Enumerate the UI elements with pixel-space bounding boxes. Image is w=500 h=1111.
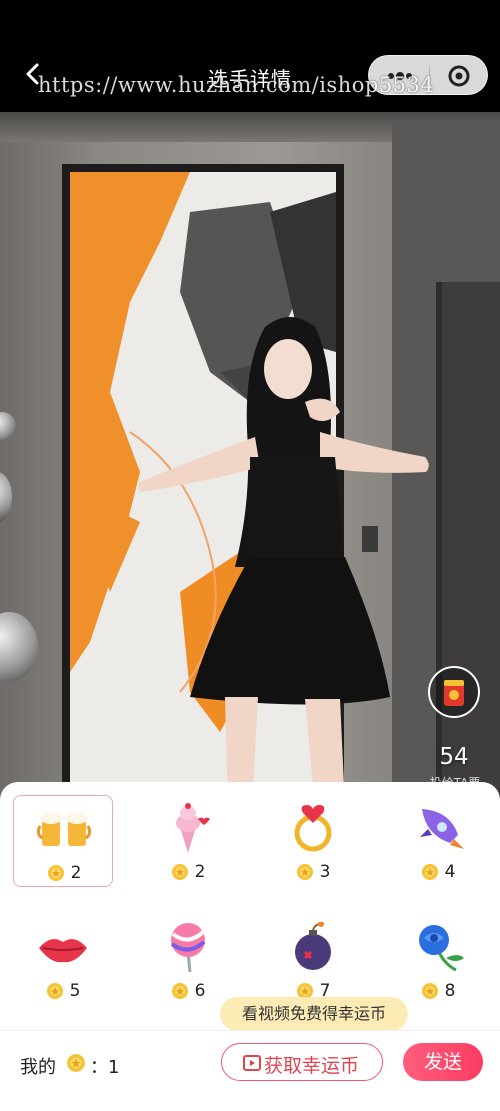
balance-value: ：1 bbox=[90, 1057, 120, 1078]
gift-item-bomb[interactable]: 7 bbox=[263, 914, 363, 1006]
decor-sphere bbox=[0, 472, 12, 522]
price-row: 6 bbox=[138, 980, 238, 1001]
price-row: 4 bbox=[388, 861, 488, 882]
price-row: 2 bbox=[14, 862, 114, 883]
price-row: 2 bbox=[138, 861, 238, 882]
balance-label: 我的 bbox=[20, 1057, 56, 1078]
ice-cream-cone-icon bbox=[176, 803, 210, 853]
price-row: 3 bbox=[263, 861, 363, 882]
coin-icon bbox=[47, 864, 64, 881]
beer-mugs-icon bbox=[36, 812, 92, 846]
coin-icon bbox=[171, 982, 188, 999]
blue-rose-icon bbox=[419, 925, 464, 972]
coin-icon bbox=[421, 863, 438, 880]
vote-count: 54 bbox=[439, 744, 469, 770]
gift-price: 2 bbox=[70, 862, 82, 883]
watch-video-tooltip[interactable]: 看视频免费得幸运币 bbox=[220, 997, 408, 1031]
decor-sphere bbox=[0, 612, 38, 682]
gift-item-ring[interactable]: 3 bbox=[263, 795, 363, 887]
gift-footer: 我的 ：1 获取幸运币 发送 bbox=[0, 1031, 500, 1111]
coin-icon bbox=[171, 863, 188, 880]
lips-icon bbox=[39, 939, 87, 963]
red-envelope-icon bbox=[444, 680, 464, 706]
heart-ring-icon bbox=[294, 805, 332, 852]
coin-icon bbox=[296, 863, 313, 880]
dancer bbox=[137, 317, 429, 802]
gift-price: 2 bbox=[194, 861, 206, 882]
decor-sphere bbox=[0, 412, 16, 440]
capsule-divider bbox=[429, 66, 430, 86]
gift-item-ice-cream[interactable]: 2 bbox=[138, 795, 238, 887]
gift-item-lollipop[interactable]: 6 bbox=[138, 914, 238, 1006]
gift-item-rocket[interactable]: 4 bbox=[388, 795, 488, 887]
gift-price: 5 bbox=[69, 980, 81, 1001]
gift-price: 4 bbox=[444, 861, 456, 882]
get-lucky-coins-button[interactable]: 获取幸运币 bbox=[221, 1043, 383, 1081]
close-target-icon[interactable] bbox=[447, 64, 471, 88]
price-row: 5 bbox=[13, 980, 113, 1001]
coin-icon bbox=[67, 1054, 85, 1072]
gift-price: 6 bbox=[194, 980, 206, 1001]
nav-bar: 选手详情 https://www.huzhan.com/ishop5534 bbox=[0, 0, 500, 112]
price-row: 8 bbox=[388, 980, 488, 1001]
fortune-gift-badge[interactable] bbox=[428, 666, 480, 718]
lollipop-icon bbox=[170, 923, 206, 972]
gift-item-rose[interactable]: 8 bbox=[388, 914, 488, 1006]
gift-item-beer[interactable]: 2 bbox=[13, 795, 113, 887]
contestant-video[interactable]: 54 投给TA票 bbox=[0, 112, 500, 802]
get-lucky-coins-label: 获取幸运币 bbox=[264, 1055, 360, 1077]
gift-price: 8 bbox=[444, 980, 456, 1001]
coin-icon bbox=[421, 982, 438, 999]
bomb-icon bbox=[295, 922, 331, 970]
mini-program-capsule bbox=[368, 55, 488, 95]
rocket-icon bbox=[420, 809, 464, 849]
gift-item-lips[interactable]: 5 bbox=[13, 914, 113, 1006]
gift-price: 3 bbox=[319, 861, 331, 882]
send-button[interactable]: 发送 bbox=[403, 1043, 483, 1081]
more-dots-icon[interactable] bbox=[385, 66, 415, 86]
coin-icon bbox=[46, 982, 63, 999]
video-play-icon bbox=[243, 1055, 261, 1071]
